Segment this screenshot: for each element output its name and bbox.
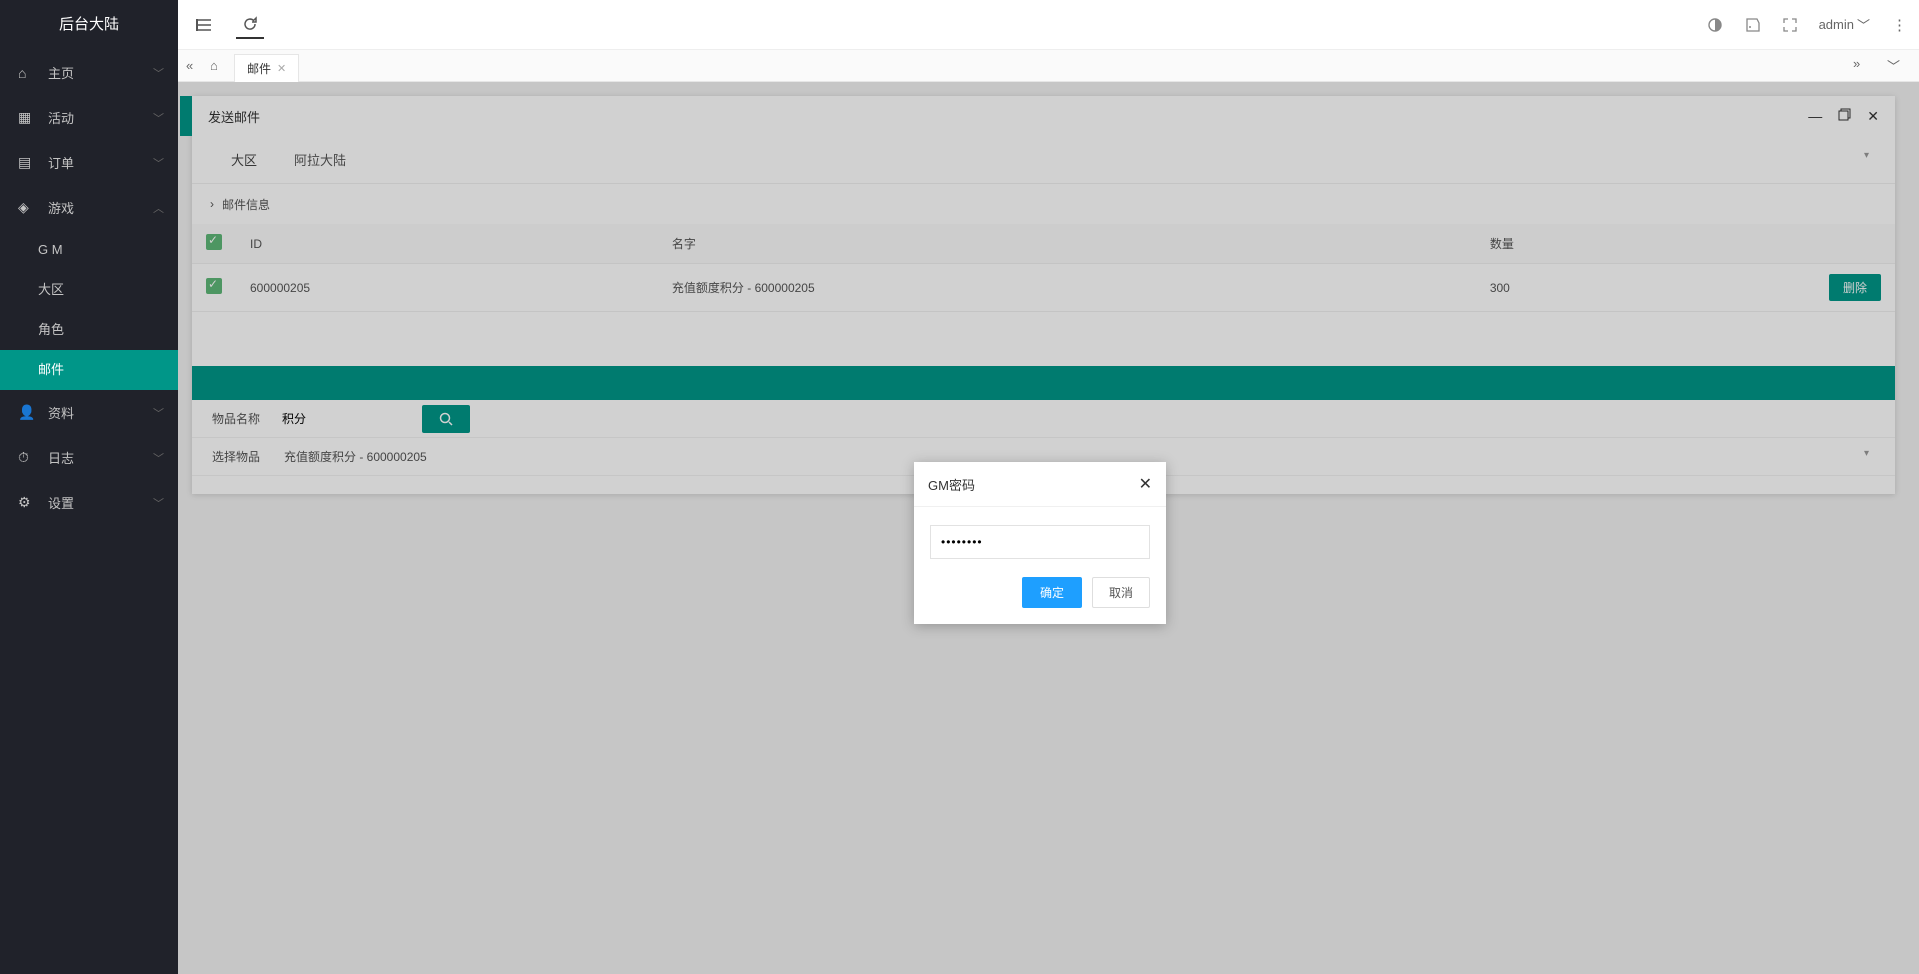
tab-mail[interactable]: 邮件 ✕ bbox=[234, 54, 299, 82]
sidebar-sub-region[interactable]: 大区 bbox=[0, 270, 178, 310]
sidebar-item-label: 活动 bbox=[48, 108, 74, 127]
sidebar-item-order[interactable]: ▤ 订单 ﹀ bbox=[0, 140, 178, 185]
user-menu[interactable]: admin ﹀ bbox=[1819, 15, 1870, 34]
chevron-down-icon: ﹀ bbox=[153, 110, 164, 126]
gm-password-modal: GM密码 ✕ 确定 取消 bbox=[914, 462, 1166, 624]
chevron-down-icon: ﹀ bbox=[153, 65, 164, 81]
note-icon[interactable] bbox=[1745, 17, 1761, 33]
cancel-button[interactable]: 取消 bbox=[1092, 577, 1150, 608]
tabbar: « ⌂ 邮件 ✕ » ﹀ bbox=[178, 50, 1919, 82]
refresh-icon[interactable] bbox=[236, 11, 264, 39]
clock-icon: ⏱ bbox=[18, 449, 36, 466]
modal-title: GM密码 bbox=[928, 475, 975, 494]
brand-title: 后台大陆 bbox=[0, 0, 178, 50]
sidebar-item-log[interactable]: ⏱ 日志 ﹀ bbox=[0, 435, 178, 480]
content-area: 发送邮件 — ✕ 大区 阿拉大陆 ▾ bbox=[178, 82, 1919, 974]
sidebar-sub-gm[interactable]: G M bbox=[0, 230, 178, 270]
sidebar-item-label: 日志 bbox=[48, 448, 74, 467]
tab-menu-icon[interactable]: ﹀ bbox=[1887, 56, 1911, 75]
sidebar-item-label: 游戏 bbox=[48, 198, 74, 217]
close-icon[interactable]: ✕ bbox=[1139, 474, 1152, 494]
diamond-icon: ◈ bbox=[18, 199, 36, 216]
sidebar-sub-role[interactable]: 角色 bbox=[0, 310, 178, 350]
sidebar-item-home[interactable]: ⌂ 主页 ﹀ bbox=[0, 50, 178, 95]
chevron-down-icon: ﹀ bbox=[153, 405, 164, 421]
sidebar-item-game[interactable]: ◈ 游戏 ︿ bbox=[0, 185, 178, 230]
fullscreen-icon[interactable] bbox=[1783, 18, 1797, 32]
chevron-down-icon: ﹀ bbox=[153, 450, 164, 466]
main-area: admin ﹀ ⋮ « ⌂ 邮件 ✕ » ﹀ 发 bbox=[178, 0, 1919, 974]
chevron-down-icon: ﹀ bbox=[1857, 15, 1870, 34]
tab-next-icon[interactable]: » bbox=[1853, 56, 1877, 75]
topbar: admin ﹀ ⋮ bbox=[178, 0, 1919, 50]
user-icon: 👤 bbox=[18, 404, 36, 421]
tab-label: 邮件 bbox=[247, 60, 271, 77]
sidebar-toggle-icon[interactable] bbox=[190, 11, 218, 39]
close-icon[interactable]: ✕ bbox=[277, 62, 286, 75]
list-icon: ▤ bbox=[18, 154, 36, 171]
chevron-up-icon: ︿ bbox=[153, 200, 164, 216]
sidebar-sub-mail[interactable]: 邮件 bbox=[0, 350, 178, 390]
gear-icon: ⚙ bbox=[18, 494, 36, 511]
tab-home-icon[interactable]: ⌂ bbox=[210, 58, 234, 73]
home-icon: ⌂ bbox=[18, 65, 36, 81]
sidebar-item-label: 资料 bbox=[48, 403, 74, 422]
chevron-down-icon: ﹀ bbox=[153, 495, 164, 511]
gm-password-input[interactable] bbox=[930, 525, 1150, 559]
grid-icon: ▦ bbox=[18, 109, 36, 126]
user-name: admin bbox=[1819, 17, 1854, 32]
sidebar-item-settings[interactable]: ⚙ 设置 ﹀ bbox=[0, 480, 178, 525]
confirm-button[interactable]: 确定 bbox=[1022, 577, 1082, 608]
sidebar-item-profile[interactable]: 👤 资料 ﹀ bbox=[0, 390, 178, 435]
more-icon[interactable]: ⋮ bbox=[1892, 16, 1907, 34]
chevron-down-icon: ﹀ bbox=[153, 155, 164, 171]
sidebar-item-label: 设置 bbox=[48, 493, 74, 512]
sidebar-item-label: 订单 bbox=[48, 153, 74, 172]
sidebar-item-activity[interactable]: ▦ 活动 ﹀ bbox=[0, 95, 178, 140]
sidebar: 后台大陆 ⌂ 主页 ﹀ ▦ 活动 ﹀ ▤ 订单 ﹀ ◈ 游戏 ︿ G M 大区 … bbox=[0, 0, 178, 974]
app-root: 后台大陆 ⌂ 主页 ﹀ ▦ 活动 ﹀ ▤ 订单 ﹀ ◈ 游戏 ︿ G M 大区 … bbox=[0, 0, 1919, 974]
sidebar-item-label: 主页 bbox=[48, 63, 74, 82]
theme-icon[interactable] bbox=[1707, 17, 1723, 33]
tab-prev-icon[interactable]: « bbox=[186, 58, 210, 73]
